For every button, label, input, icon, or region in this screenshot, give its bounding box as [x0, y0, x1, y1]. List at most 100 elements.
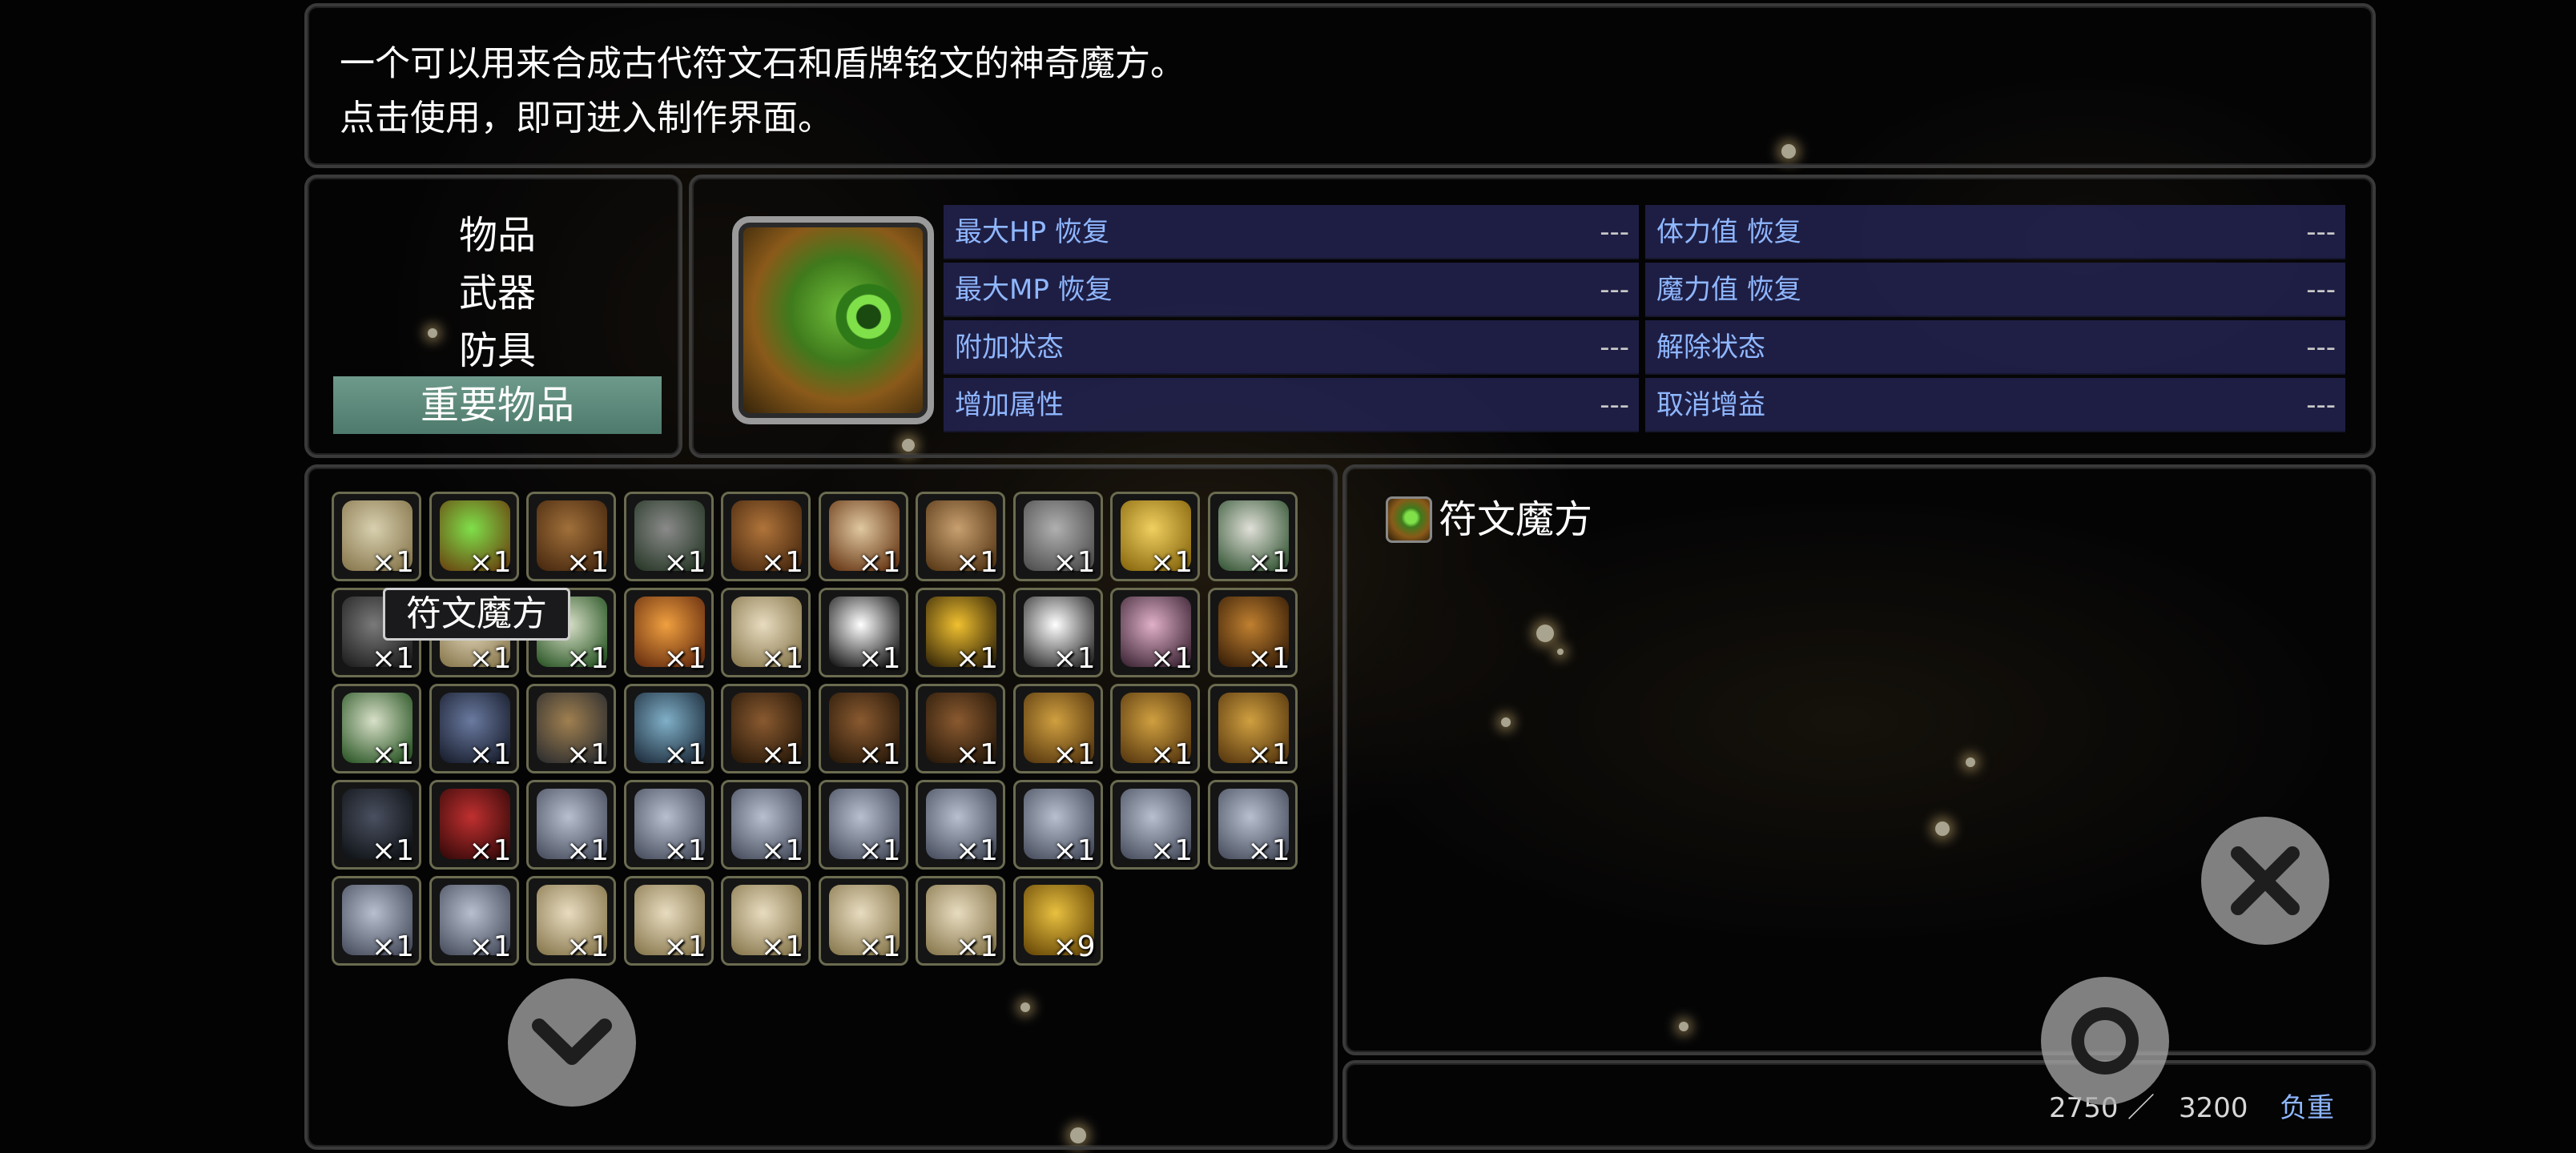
inventory-slot[interactable]: ×1 — [332, 684, 421, 773]
inventory-slot[interactable]: ×1 — [1110, 492, 1200, 581]
inventory-slot[interactable]: ×1 — [1207, 684, 1298, 773]
item-count: ×1 — [371, 834, 414, 867]
item-count: ×1 — [566, 546, 609, 579]
circle-icon — [2071, 1007, 2139, 1075]
stat-add-attribute: 增加属性 --- — [944, 378, 1639, 432]
inventory-slot[interactable]: ×1 — [721, 684, 811, 773]
stat-add-status: 附加状态 --- — [944, 320, 1639, 375]
item-count: ×1 — [469, 642, 512, 675]
inventory-slot[interactable]: ×1 — [818, 492, 908, 581]
item-count: ×1 — [1247, 642, 1290, 675]
inventory-slot[interactable]: ×1 — [429, 684, 519, 773]
item-count: ×1 — [760, 834, 803, 867]
stat-value: --- — [1600, 389, 1629, 421]
category-items[interactable]: 物品 — [333, 207, 662, 264]
inventory-slot[interactable]: ×1 — [916, 684, 1005, 773]
item-count: ×1 — [371, 738, 414, 771]
item-count: ×1 — [469, 834, 512, 867]
item-count: ×1 — [858, 546, 901, 579]
item-count: ×1 — [760, 738, 803, 771]
inventory-slot[interactable]: ×1 — [1012, 780, 1103, 870]
item-count: ×1 — [955, 546, 998, 579]
inventory-slot[interactable]: ×1 — [526, 876, 616, 966]
inventory-slot[interactable]: ×1 — [623, 780, 714, 870]
item-count: ×1 — [663, 738, 706, 771]
inventory-slot[interactable]: ×1 — [429, 492, 519, 581]
scroll-down-button[interactable] — [508, 978, 636, 1107]
inventory-slot[interactable]: ×1 — [916, 876, 1005, 966]
inventory-slot[interactable]: ×1 — [818, 780, 908, 870]
inventory-slot[interactable]: ×1 — [1207, 492, 1298, 581]
item-count: ×1 — [760, 930, 803, 963]
inventory-slot[interactable]: ×1 — [429, 780, 519, 870]
item-count: ×1 — [1149, 834, 1193, 867]
stat-value: --- — [1600, 216, 1629, 248]
inventory-slot[interactable]: ×1 — [1012, 588, 1103, 677]
inventory-slot[interactable]: ×9 — [1012, 876, 1103, 966]
item-count: ×1 — [1247, 546, 1290, 579]
stat-stamina: 体力值 恢复 --- — [1645, 205, 2345, 259]
stat-remove-status: 解除状态 --- — [1645, 320, 2345, 375]
stat-label: 增加属性 — [955, 389, 1064, 421]
inventory-slot[interactable]: ×1 — [1012, 684, 1103, 773]
stat-value: --- — [2306, 274, 2336, 306]
inventory-slot[interactable]: ×1 — [818, 588, 908, 677]
inventory-slot[interactable]: ×1 — [623, 876, 714, 966]
inventory-slot[interactable]: ×1 — [429, 876, 519, 966]
inventory-slot[interactable]: ×1 — [526, 684, 616, 773]
close-icon — [2231, 846, 2300, 915]
inventory-slot[interactable]: ×1 — [1012, 492, 1103, 581]
stat-value: --- — [1600, 274, 1629, 306]
item-tooltip: 符文魔方 — [383, 588, 570, 641]
inventory-slot[interactable]: ×1 — [1110, 780, 1200, 870]
category-weapons[interactable]: 武器 — [333, 264, 662, 322]
inventory-slot[interactable]: ×1 — [526, 492, 616, 581]
inventory-slot[interactable]: ×1 — [1207, 780, 1298, 870]
stat-label: 附加状态 — [955, 331, 1064, 364]
inventory-slot[interactable]: ×1 — [721, 780, 811, 870]
item-count: ×1 — [469, 546, 512, 579]
inventory-slot[interactable]: ×1 — [916, 492, 1005, 581]
item-count: ×1 — [1149, 738, 1193, 771]
inventory-slot[interactable]: ×1 — [332, 780, 421, 870]
inventory-slot[interactable]: ×1 — [1110, 684, 1200, 773]
item-count: ×1 — [566, 930, 609, 963]
inventory-slot[interactable]: ×1 — [721, 492, 811, 581]
category-menu: 物品 武器 防具 重要物品 — [304, 175, 682, 458]
inventory-slot[interactable]: ×1 — [332, 876, 421, 966]
stat-label: 取消增益 — [1656, 389, 1765, 421]
inventory-slot[interactable]: ×1 — [916, 780, 1005, 870]
item-count: ×1 — [858, 642, 901, 675]
inventory-slot[interactable]: ×1 — [721, 876, 811, 966]
stat-mana: 魔力值 恢复 --- — [1645, 263, 2345, 317]
category-armor[interactable]: 防具 — [333, 322, 662, 380]
item-count: ×1 — [566, 834, 609, 867]
item-count: ×9 — [1053, 930, 1096, 963]
inventory-slot[interactable]: ×1 — [818, 684, 908, 773]
chevron-down-icon — [532, 1018, 612, 1065]
item-description-panel: 一个可以用来合成古代符文石和盾牌铭文的神奇魔方。 点击使用，即可进入制作界面。 — [304, 3, 2376, 168]
inventory-slot[interactable]: ×1 — [623, 492, 714, 581]
inventory-slot[interactable]: ×1 — [623, 684, 714, 773]
stat-label: 最大HP 恢复 — [955, 216, 1109, 248]
inventory-slot[interactable]: ×1 — [916, 588, 1005, 677]
item-count: ×1 — [469, 738, 512, 771]
item-count: ×1 — [955, 930, 998, 963]
item-count: ×1 — [371, 642, 414, 675]
inventory-slot[interactable]: ×1 — [332, 492, 421, 581]
inventory-slot[interactable]: ×1 — [526, 780, 616, 870]
close-button[interactable] — [2201, 817, 2329, 945]
inventory-slot[interactable]: ×1 — [1110, 588, 1200, 677]
weight-panel: 2750 ／ 3200 负重 — [1342, 1060, 2376, 1150]
inventory-slot[interactable]: ×1 — [721, 588, 811, 677]
inventory-slot[interactable]: ×1 — [623, 588, 714, 677]
inventory-slot[interactable]: ×1 — [818, 876, 908, 966]
stat-label: 体力值 恢复 — [1656, 216, 1801, 248]
item-count: ×1 — [469, 930, 512, 963]
item-count: ×1 — [1053, 642, 1096, 675]
inventory-slot[interactable]: ×1 — [1207, 588, 1298, 677]
item-detail-panel: 符文魔方 — [1342, 464, 2376, 1055]
confirm-button[interactable] — [2041, 977, 2169, 1105]
item-count: ×1 — [955, 642, 998, 675]
category-key-items[interactable]: 重要物品 — [333, 376, 662, 434]
